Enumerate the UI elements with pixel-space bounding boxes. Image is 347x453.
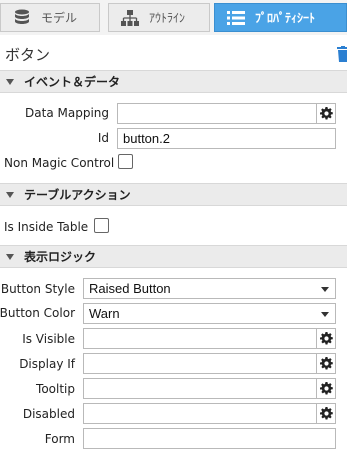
- button-color-select[interactable]: Warn: [83, 303, 336, 324]
- tab-label: ﾌﾟﾛﾊﾟﾃｨｼｰﾄ: [255, 11, 316, 25]
- tab-bar: モデル ｱｳﾄﾗｲﾝ ﾌﾟﾛﾊﾟﾃｨｼｰﾄ: [0, 0, 347, 35]
- button-style-select[interactable]: Raised Button: [83, 278, 336, 299]
- data-mapping-field[interactable]: [117, 103, 317, 124]
- section-title: テーブルアクション: [24, 188, 131, 202]
- gear-icon[interactable]: [317, 353, 336, 374]
- collapse-triangle-icon: [6, 191, 14, 198]
- gear-icon[interactable]: [317, 328, 336, 349]
- hierarchy-icon: [119, 9, 141, 27]
- component-title: ボタン: [0, 38, 347, 70]
- form-field[interactable]: [83, 428, 336, 449]
- section-title: 表示ロジック: [24, 250, 97, 264]
- non-magic-control-label: Non Magic Control: [4, 156, 115, 170]
- is-visible-label: Is Visible: [22, 332, 75, 346]
- tooltip-label: Tooltip: [36, 382, 75, 396]
- section-display-logic[interactable]: 表示ロジック: [0, 245, 347, 268]
- tab-model[interactable]: モデル: [0, 3, 100, 32]
- tab-label: モデル: [41, 11, 78, 25]
- tab-property-sheet[interactable]: ﾌﾟﾛﾊﾟﾃｨｼｰﾄ: [214, 3, 347, 32]
- chevron-down-icon: [321, 287, 329, 292]
- display-if-field[interactable]: [83, 353, 317, 374]
- tooltip-field[interactable]: [83, 378, 317, 399]
- is-inside-table-checkbox[interactable]: [94, 218, 109, 233]
- page-title: ボタン: [5, 45, 51, 64]
- chevron-down-icon: [321, 312, 329, 317]
- button-color-value: Warn: [89, 306, 120, 321]
- data-mapping-label: Data Mapping: [25, 106, 109, 120]
- disabled-field[interactable]: [83, 403, 317, 424]
- section-events-data[interactable]: イベント＆データ: [0, 70, 347, 93]
- collapse-triangle-icon: [6, 253, 14, 260]
- non-magic-control-checkbox[interactable]: [118, 154, 133, 169]
- tab-label: ｱｳﾄﾗｲﾝ: [149, 11, 186, 25]
- button-color-label: Button Color: [0, 306, 75, 320]
- section-title: イベント＆データ: [24, 75, 121, 89]
- database-icon: [11, 9, 33, 27]
- list-icon: [225, 9, 247, 27]
- id-field[interactable]: button.2: [117, 128, 336, 149]
- is-inside-table-label: Is Inside Table: [4, 220, 89, 234]
- gear-icon[interactable]: [317, 403, 336, 424]
- is-visible-field[interactable]: [83, 328, 317, 349]
- id-label: Id: [97, 131, 109, 145]
- trash-icon[interactable]: [337, 46, 347, 62]
- button-style-value: Raised Button: [89, 281, 171, 296]
- display-if-label: Display If: [19, 357, 75, 371]
- collapse-triangle-icon: [6, 78, 14, 85]
- gear-icon[interactable]: [317, 103, 336, 124]
- form-label: Form: [44, 432, 75, 446]
- tab-outline[interactable]: ｱｳﾄﾗｲﾝ: [108, 3, 210, 32]
- gear-icon[interactable]: [317, 378, 336, 399]
- disabled-label: Disabled: [22, 407, 75, 421]
- button-style-label: Button Style: [0, 282, 75, 296]
- section-table-actions[interactable]: テーブルアクション: [0, 183, 347, 206]
